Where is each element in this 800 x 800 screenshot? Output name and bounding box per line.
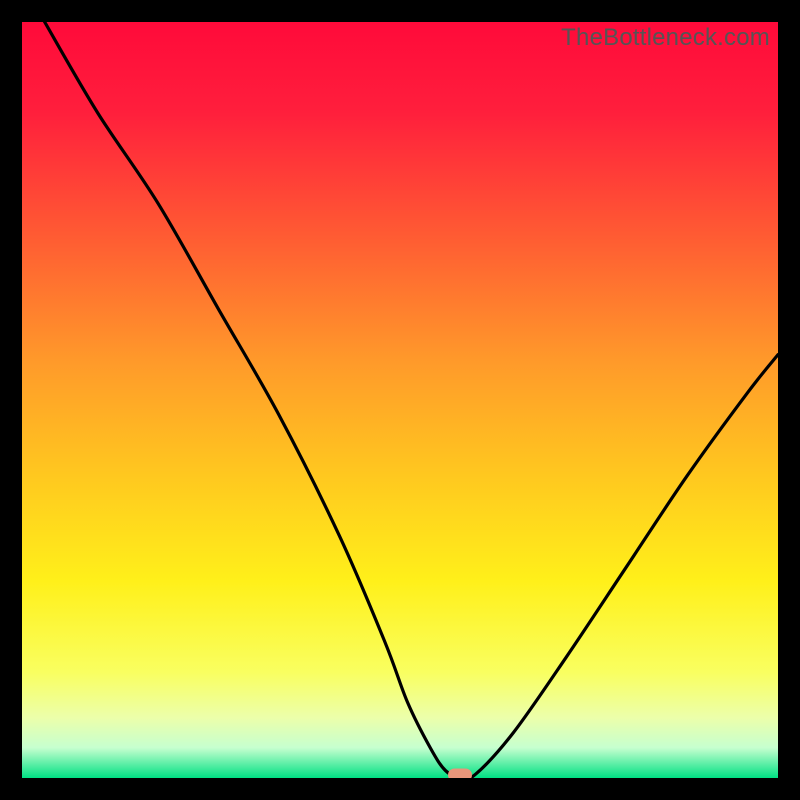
minimum-marker [448, 769, 472, 779]
watermark-label: TheBottleneck.com [561, 24, 770, 52]
bottleneck-curve [22, 22, 778, 778]
plot-area: TheBottleneck.com [22, 22, 778, 778]
chart-frame: TheBottleneck.com [0, 0, 800, 800]
